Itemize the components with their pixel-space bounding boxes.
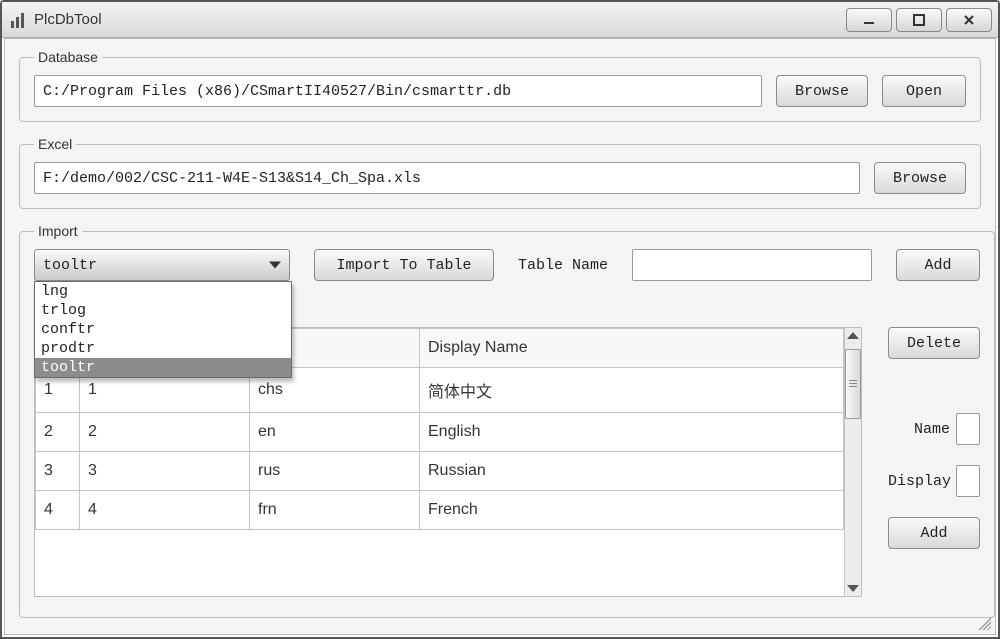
excel-path-input[interactable] xyxy=(34,162,860,194)
chevron-down-icon xyxy=(269,262,281,269)
scroll-thumb[interactable] xyxy=(845,349,861,419)
table-name-input[interactable] xyxy=(632,249,872,281)
import-group: Import tooltr lngtrlogconftrprodtrtooltr… xyxy=(19,223,995,618)
table-select-combo[interactable]: tooltr lngtrlogconftrprodtrtooltr xyxy=(34,249,290,281)
close-icon xyxy=(962,13,976,27)
window-buttons xyxy=(842,8,992,32)
scroll-up-icon xyxy=(847,332,859,339)
excel-legend: Excel xyxy=(34,136,76,152)
database-path-input[interactable] xyxy=(34,75,762,107)
combo-option[interactable]: conftr xyxy=(35,320,291,339)
table-row[interactable]: 44frnFrench xyxy=(36,491,844,530)
import-to-table-button[interactable]: Import To Table xyxy=(314,249,494,281)
cell-display[interactable]: English xyxy=(420,413,844,452)
side-name-label: Name xyxy=(888,421,950,438)
delete-button[interactable]: Delete xyxy=(888,327,980,359)
import-top-row: tooltr lngtrlogconftrprodtrtooltr Import… xyxy=(34,249,980,281)
cell-id[interactable]: 3 xyxy=(80,452,250,491)
minimize-icon xyxy=(862,13,876,27)
client-area: Database Browse Open Excel Browse Import… xyxy=(4,38,996,635)
cell-display[interactable]: Russian xyxy=(420,452,844,491)
window-title: PlcDbTool xyxy=(34,11,102,28)
combo-option[interactable]: lng xyxy=(35,282,291,301)
add-table-button[interactable]: Add xyxy=(896,249,980,281)
excel-group: Excel Browse xyxy=(19,136,981,209)
app-icon xyxy=(10,11,28,29)
cell-name[interactable]: rus xyxy=(250,452,420,491)
cell-idx[interactable]: 2 xyxy=(36,413,80,452)
minimize-button[interactable] xyxy=(846,8,892,32)
table-name-label: Table Name xyxy=(518,257,608,274)
database-browse-button[interactable]: Browse xyxy=(776,75,868,107)
combo-option[interactable]: prodtr xyxy=(35,339,291,358)
import-legend: Import xyxy=(34,223,82,239)
database-group: Database Browse Open xyxy=(19,49,981,122)
cell-idx[interactable]: 4 xyxy=(36,491,80,530)
combo-option[interactable]: trlog xyxy=(35,301,291,320)
maximize-icon xyxy=(912,13,926,27)
vertical-scrollbar[interactable] xyxy=(844,328,861,596)
maximize-button[interactable] xyxy=(896,8,942,32)
table-row[interactable]: 33rusRussian xyxy=(36,452,844,491)
side-panel: Delete Name Display Add xyxy=(888,327,980,549)
side-display-input[interactable] xyxy=(956,465,980,497)
cell-name[interactable]: frn xyxy=(250,491,420,530)
cell-id[interactable]: 2 xyxy=(80,413,250,452)
combo-option[interactable]: tooltr xyxy=(35,358,291,377)
header-display[interactable]: Display Name xyxy=(420,329,844,368)
cell-idx[interactable]: 3 xyxy=(36,452,80,491)
database-open-button[interactable]: Open xyxy=(882,75,966,107)
cell-name[interactable]: en xyxy=(250,413,420,452)
table-row[interactable]: 22enEnglish xyxy=(36,413,844,452)
close-button[interactable] xyxy=(946,8,992,32)
database-legend: Database xyxy=(34,49,102,65)
resize-grip-icon[interactable] xyxy=(975,614,991,630)
excel-browse-button[interactable]: Browse xyxy=(874,162,966,194)
side-add-button[interactable]: Add xyxy=(888,517,980,549)
side-name-input[interactable] xyxy=(956,413,980,445)
combo-dropdown[interactable]: lngtrlogconftrprodtrtooltr xyxy=(34,281,292,378)
titlebar: PlcDbTool xyxy=(2,2,998,38)
combo-value: tooltr xyxy=(43,257,97,274)
scroll-down-icon xyxy=(847,585,859,592)
cell-display[interactable]: 简体中文 xyxy=(420,368,844,413)
side-display-label: Display xyxy=(888,473,950,490)
cell-display[interactable]: French xyxy=(420,491,844,530)
cell-id[interactable]: 4 xyxy=(80,491,250,530)
